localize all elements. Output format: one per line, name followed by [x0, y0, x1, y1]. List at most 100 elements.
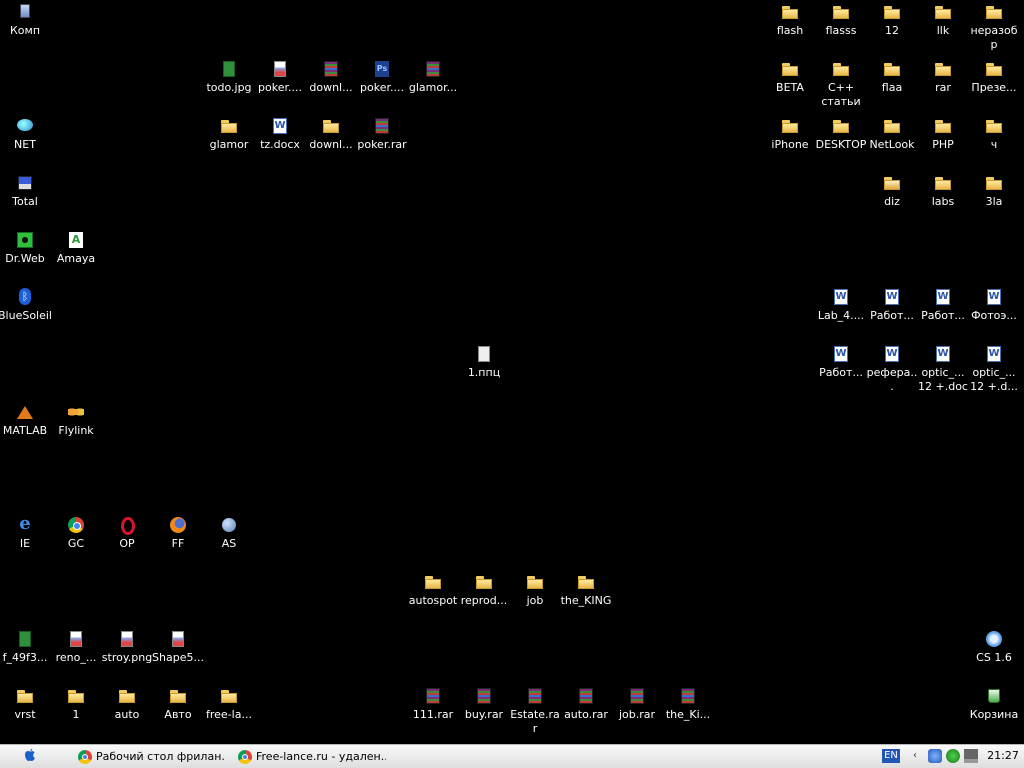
- desktop-icon[interactable]: Total: [0, 173, 52, 209]
- desktop-icon[interactable]: poker....: [355, 59, 409, 95]
- desktop-icon[interactable]: NET: [0, 116, 52, 152]
- desktop-icon[interactable]: Фотоэ...: [967, 287, 1021, 323]
- network-icon: [15, 116, 35, 136]
- firefox-icon: [168, 515, 188, 535]
- desktop-icon[interactable]: 12: [865, 2, 919, 38]
- desktop-icon[interactable]: reprod...: [457, 572, 511, 608]
- desktop-icon-label: CS 1.6: [976, 651, 1012, 664]
- desktop-icon[interactable]: reno_...: [49, 629, 103, 665]
- desktop-icon-label: Работ...: [870, 309, 914, 322]
- taskbar-item-free-lance[interactable]: Free-lance.ru - удален...: [236, 747, 386, 767]
- word-document-icon: [882, 287, 902, 307]
- word-document-icon: [270, 116, 290, 136]
- desktop-icon[interactable]: Презе...: [967, 59, 1021, 95]
- antivirus-tray-icon[interactable]: [946, 749, 960, 763]
- matlab-icon: [15, 402, 35, 422]
- desktop-icon[interactable]: Estate.rar: [508, 686, 562, 736]
- folder-icon: [321, 116, 341, 136]
- desktop-icon[interactable]: flash: [763, 2, 817, 38]
- desktop-icon[interactable]: 3la: [967, 173, 1021, 209]
- desktop-icon[interactable]: ч: [967, 116, 1021, 152]
- desktop-icon[interactable]: Shape5...: [151, 629, 205, 665]
- desktop-icon-label: 1.ппц: [467, 366, 501, 379]
- desktop-icon[interactable]: Комп: [0, 2, 52, 38]
- desktop-icon[interactable]: Корзина: [967, 686, 1021, 722]
- desktop-icon[interactable]: iPhone: [763, 116, 817, 152]
- desktop-icon[interactable]: llk: [916, 2, 970, 38]
- desktop-icon[interactable]: Dr.Web: [0, 230, 52, 266]
- desktop-icon[interactable]: Работ...: [814, 344, 868, 380]
- tray-expand-icon[interactable]: ‹: [913, 749, 921, 763]
- desktop-icon[interactable]: flaa: [865, 59, 919, 95]
- desktop-icon[interactable]: free-la...: [202, 686, 256, 722]
- folder-icon: [474, 572, 494, 592]
- network-tray-icon[interactable]: [928, 749, 942, 763]
- desktop-icon[interactable]: Flylink: [49, 402, 103, 438]
- desktop-icon[interactable]: рефера...: [865, 344, 919, 394]
- desktop-icon[interactable]: poker....: [253, 59, 307, 95]
- desktop-icon[interactable]: glamor: [202, 116, 256, 152]
- opera-icon: [117, 515, 137, 535]
- desktop-icon[interactable]: tz.docx: [253, 116, 307, 152]
- desktop-icon[interactable]: BlueSoleil: [0, 287, 52, 323]
- monitor-tray-icon[interactable]: [964, 749, 978, 763]
- desktop-icon[interactable]: 1: [49, 686, 103, 722]
- desktop-icon[interactable]: autospot: [406, 572, 460, 608]
- desktop-icon[interactable]: AS: [202, 515, 256, 551]
- desktop-icon[interactable]: optic_... 12 +.doc: [916, 344, 970, 394]
- desktop-icon[interactable]: GC: [49, 515, 103, 551]
- desktop-icon[interactable]: MATLAB: [0, 402, 52, 438]
- desktop-icon[interactable]: stroy.png: [100, 629, 154, 665]
- folder-icon: [423, 572, 443, 592]
- desktop-icon-label: Shape5...: [152, 651, 204, 664]
- desktop-icon[interactable]: diz: [865, 173, 919, 209]
- desktop-icon[interactable]: auto: [100, 686, 154, 722]
- desktop-icon[interactable]: job: [508, 572, 562, 608]
- desktop-icon[interactable]: Авто: [151, 686, 205, 722]
- desktop-icon[interactable]: rar: [916, 59, 970, 95]
- desktop-icon-label: Estate.rar: [510, 708, 560, 735]
- file-icon: [474, 344, 494, 364]
- desktop-icon[interactable]: glamor...: [406, 59, 460, 95]
- desktop-icon-label: free-la...: [206, 708, 252, 721]
- folder-icon: [984, 116, 1004, 136]
- desktop-icon[interactable]: labs: [916, 173, 970, 209]
- clock[interactable]: 21:27: [986, 745, 1020, 767]
- desktop-icon[interactable]: FF: [151, 515, 205, 551]
- desktop-icon[interactable]: PHP: [916, 116, 970, 152]
- desktop-icon[interactable]: BETA: [763, 59, 817, 95]
- desktop-icon[interactable]: C++ статьи: [814, 59, 868, 109]
- desktop-icon[interactable]: неразобр: [967, 2, 1021, 52]
- desktop-icon[interactable]: CS 1.6: [967, 629, 1021, 665]
- desktop-icon[interactable]: Работ...: [865, 287, 919, 323]
- desktop-icon[interactable]: Lab_4....: [814, 287, 868, 323]
- image-file-icon: [219, 59, 239, 79]
- desktop-icon-label: iPhone: [771, 138, 809, 151]
- desktop-icon[interactable]: OP: [100, 515, 154, 551]
- language-indicator[interactable]: EN: [882, 749, 900, 763]
- desktop-icon[interactable]: Amaya: [49, 230, 103, 266]
- taskbar-item-desktop-freelance[interactable]: Рабочий стол фрилан...: [76, 747, 226, 767]
- folder-icon: [525, 572, 545, 592]
- desktop-icon[interactable]: buy.rar: [457, 686, 511, 722]
- desktop-icon[interactable]: todo.jpg: [202, 59, 256, 95]
- desktop-icon[interactable]: IE: [0, 515, 52, 551]
- desktop-icon[interactable]: vrst: [0, 686, 52, 722]
- desktop-icon[interactable]: f_49f3...: [0, 629, 52, 665]
- desktop-icon[interactable]: poker.rar: [355, 116, 409, 152]
- desktop-icon-label: optic_... 12 +.d...: [970, 366, 1018, 393]
- desktop-icon[interactable]: Работ...: [916, 287, 970, 323]
- desktop-icon[interactable]: job.rar: [610, 686, 664, 722]
- desktop-icon[interactable]: the_Ki...: [661, 686, 715, 722]
- desktop-icon[interactable]: downl...: [304, 59, 358, 95]
- desktop-icon[interactable]: 1.ппц: [457, 344, 511, 380]
- desktop-icon[interactable]: auto.rar: [559, 686, 613, 722]
- desktop-icon[interactable]: 111.rar: [406, 686, 460, 722]
- desktop-icon[interactable]: NetLook: [865, 116, 919, 152]
- desktop-icon[interactable]: the_KING: [559, 572, 613, 608]
- desktop-icon[interactable]: DESKTOP: [814, 116, 868, 152]
- desktop-icon[interactable]: flasss: [814, 2, 868, 38]
- desktop-icon[interactable]: downl...: [304, 116, 358, 152]
- start-button[interactable]: [6, 746, 54, 767]
- desktop-icon[interactable]: optic_... 12 +.d...: [967, 344, 1021, 394]
